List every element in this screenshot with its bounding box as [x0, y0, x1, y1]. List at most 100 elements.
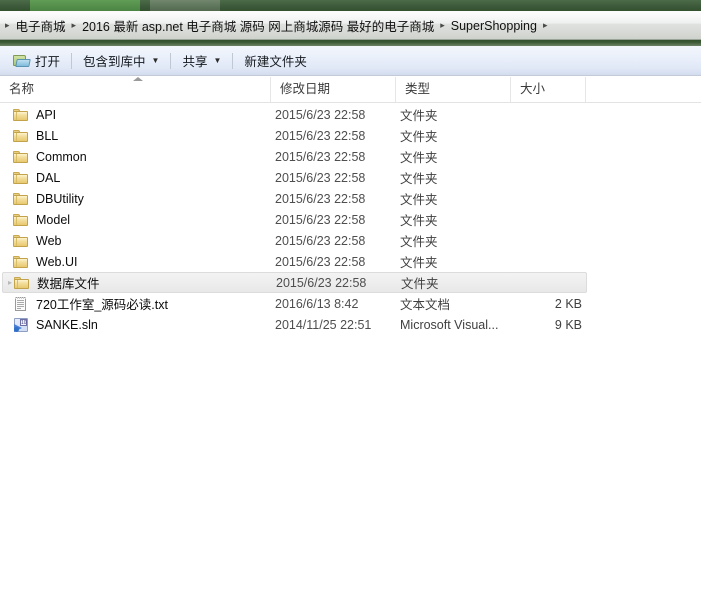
file-name-label: 数据库文件	[37, 277, 100, 291]
file-date-cell: 2015/6/23 22:58	[275, 254, 366, 269]
chevron-down-icon: ▼	[213, 55, 222, 65]
file-type-cell: 文件夹	[400, 256, 438, 270]
file-name-cell: Web	[13, 234, 61, 248]
include-in-library-button[interactable]: 包含到库中 ▼	[74, 50, 168, 72]
file-size-cell: 9 KB	[554, 317, 582, 332]
file-type-cell: 文件夹	[400, 193, 438, 207]
file-type-cell: 文本文档	[400, 298, 451, 312]
file-name-cell: Model	[13, 213, 70, 227]
breadcrumb-separator-icon: ▸	[5, 20, 10, 30]
folder-icon	[14, 276, 30, 290]
file-name-cell: 10 SANKE.sln	[13, 317, 98, 332]
file-name-label: SANKE.sln	[36, 317, 98, 332]
toolbar-divider	[71, 52, 73, 69]
folder-icon	[13, 213, 29, 227]
breadcrumb-separator-icon[interactable]: ▸	[435, 21, 450, 30]
column-header-spacer	[585, 77, 701, 102]
file-date-cell: 2015/6/23 22:58	[275, 128, 366, 143]
file-type-cell: 文件夹	[401, 277, 439, 291]
file-list[interactable]: API 2015/6/23 22:58 文件夹 BLL 2015/6/23 22:58 文…	[0, 104, 701, 607]
file-name-cell: DAL	[13, 171, 60, 185]
folder-icon	[13, 234, 29, 248]
include-in-library-label: 包含到库中	[83, 55, 146, 69]
breadcrumb-item-0[interactable]: 电子商城	[15, 14, 67, 37]
new-folder-button[interactable]: 新建文件夹	[235, 50, 316, 72]
folder-icon	[13, 150, 29, 164]
file-date-cell: 2016/6/13 8:42	[275, 296, 359, 311]
file-type-cell: 文件夹	[400, 151, 438, 165]
file-type-cell: 文件夹	[400, 235, 438, 249]
file-date-cell: 2015/6/23 22:58	[276, 275, 367, 290]
file-row[interactable]: Web.UI 2015/6/23 22:58 文件夹	[0, 251, 701, 272]
open-button-label: 打开	[35, 55, 61, 69]
file-row[interactable]: DAL 2015/6/23 22:58 文件夹	[0, 167, 701, 188]
file-date-cell: 2015/6/23 22:58	[275, 149, 366, 164]
file-row[interactable]: ▸ 数据库文件 2015/6/23 22:58 文件夹	[2, 272, 587, 293]
file-type-cell: 文件夹	[400, 214, 438, 228]
file-name-cell: DBUtility	[13, 192, 84, 206]
file-type-cell: Microsoft Visual...	[400, 317, 499, 332]
file-name-label: DAL	[36, 170, 61, 185]
file-name-label: Model	[36, 212, 71, 227]
breadcrumb-item-2[interactable]: SuperShopping	[450, 17, 538, 35]
file-name-cell: BLL	[13, 129, 58, 143]
file-name-cell: 数据库文件	[14, 273, 100, 292]
toolbar-divider	[170, 52, 172, 69]
toolbar-divider	[232, 52, 234, 69]
file-row[interactable]: BLL 2015/6/23 22:58 文件夹	[0, 125, 701, 146]
file-name-label: Web.UI	[36, 254, 78, 269]
chrome-highlight-secondary	[150, 0, 220, 11]
file-date-cell: 2015/6/23 22:58	[275, 107, 366, 122]
column-header-name[interactable]: 名称	[0, 77, 270, 102]
column-header-size[interactable]: 大小	[510, 77, 585, 102]
file-name-cell: 720工作室_源码必读.txt	[13, 294, 168, 313]
visual-studio-solution-icon: 10	[13, 317, 29, 332]
column-header-type[interactable]: 类型	[395, 77, 510, 102]
folder-icon	[13, 129, 29, 143]
file-name-cell: Web.UI	[13, 255, 77, 269]
folder-icon	[13, 192, 29, 206]
column-header-row: 名称 修改日期 类型 大小	[0, 77, 701, 103]
file-name-label: Common	[36, 149, 87, 164]
file-type-cell: 文件夹	[400, 109, 438, 123]
file-row[interactable]: API 2015/6/23 22:58 文件夹	[0, 104, 701, 125]
file-name-cell: API	[13, 108, 56, 122]
file-name-label: Web	[36, 233, 62, 248]
breadcrumb-item-1[interactable]: 2016 最新 asp.net 电子商城 源码 网上商城源码 最好的电子商城	[81, 14, 435, 37]
file-type-cell: 文件夹	[400, 172, 438, 186]
folder-icon	[13, 255, 29, 269]
text-document-icon	[13, 296, 29, 311]
file-date-cell: 2014/11/25 22:51	[275, 317, 372, 332]
file-row[interactable]: Web 2015/6/23 22:58 文件夹	[0, 230, 701, 251]
file-row[interactable]: 720工作室_源码必读.txt 2016/6/13 8:42 文本文档 2 KB	[0, 293, 701, 314]
file-date-cell: 2015/6/23 22:58	[275, 191, 366, 206]
file-date-cell: 2015/6/23 22:58	[275, 212, 366, 227]
file-name-label: BLL	[36, 128, 59, 143]
file-date-cell: 2015/6/23 22:58	[275, 170, 366, 185]
address-bar[interactable]: ▸ 电子商城 ▸ 2016 最新 asp.net 电子商城 源码 网上商城源码 …	[0, 11, 701, 40]
folder-icon	[13, 171, 29, 185]
file-row[interactable]: 10 SANKE.sln 2014/11/25 22:51 Microsoft Vis…	[0, 314, 701, 335]
share-with-label: 共享	[182, 55, 208, 69]
breadcrumb-separator-icon[interactable]: ▸	[538, 21, 553, 30]
file-row[interactable]: DBUtility 2015/6/23 22:58 文件夹	[0, 188, 701, 209]
file-name-label: 720工作室_源码必读.txt	[36, 298, 168, 312]
open-button[interactable]: 打开	[4, 50, 69, 72]
file-row[interactable]: Common 2015/6/23 22:58 文件夹	[0, 146, 701, 167]
window-chrome-top	[0, 0, 701, 11]
file-name-label: DBUtility	[36, 191, 84, 206]
column-header-date-modified[interactable]: 修改日期	[270, 77, 395, 102]
file-name-cell: Common	[13, 150, 87, 164]
chrome-highlight	[30, 0, 140, 11]
folder-icon	[13, 108, 29, 122]
chevron-down-icon: ▼	[151, 55, 160, 65]
folder-open-icon	[13, 54, 31, 68]
file-type-cell: 文件夹	[400, 130, 438, 144]
file-row[interactable]: Model 2015/6/23 22:58 文件夹	[0, 209, 701, 230]
share-with-button[interactable]: 共享 ▼	[173, 50, 230, 72]
new-folder-label: 新建文件夹	[244, 55, 307, 69]
breadcrumb-separator-icon[interactable]: ▸	[67, 21, 82, 30]
file-name-label: API	[36, 107, 57, 122]
file-size-cell: 2 KB	[554, 296, 582, 311]
command-toolbar: 打开 包含到库中 ▼ 共享 ▼ 新建文件夹	[0, 46, 701, 76]
